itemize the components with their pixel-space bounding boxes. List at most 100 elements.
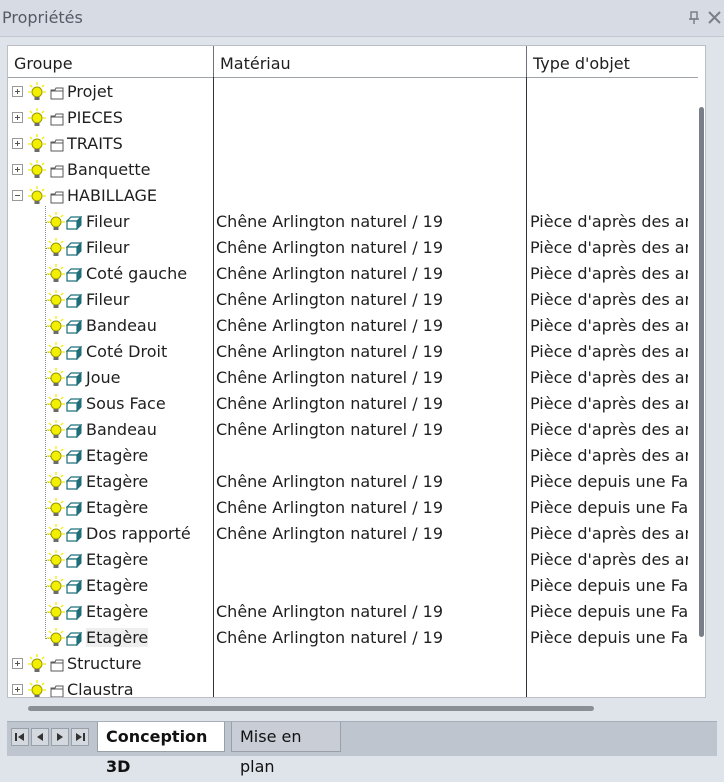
expand-icon[interactable] (12, 138, 23, 149)
tree-part-row[interactable]: Coté Droit Chêne Arlington naturel / 19 Pi… (8, 340, 688, 366)
visibility-bulb-icon[interactable] (47, 524, 65, 544)
visibility-bulb-icon[interactable] (47, 212, 65, 232)
expand-icon[interactable] (12, 658, 23, 669)
visibility-bulb-icon[interactable] (47, 602, 65, 622)
tree-part-row[interactable]: Fileur Chêne Arlington naturel / 19 Pièce … (8, 288, 688, 314)
material-cell: Chêne Arlington naturel / 19 (216, 602, 444, 621)
tree-part-row[interactable]: Sous Face Chêne Arlington naturel / 19 Piè… (8, 392, 688, 418)
visibility-bulb-icon[interactable] (47, 420, 65, 440)
vertical-scroll-thumb[interactable] (699, 107, 704, 637)
first-tab-button[interactable] (11, 728, 29, 746)
column-header-groupe[interactable]: Groupe (8, 46, 214, 77)
tree-rows: Projet PIECES TRAITS Banquette HABILLAGE File… (8, 80, 688, 697)
expand-icon[interactable] (12, 684, 23, 695)
last-icon (76, 733, 85, 741)
tree-group-row[interactable]: Banquette (8, 158, 688, 184)
visibility-bulb-icon[interactable] (47, 446, 65, 466)
visibility-bulb-icon[interactable] (28, 160, 46, 180)
close-icon[interactable] (707, 10, 722, 25)
visibility-bulb-icon[interactable] (47, 316, 65, 336)
tree-group-row[interactable]: PIECES (8, 106, 688, 132)
visibility-bulb-icon[interactable] (47, 628, 65, 648)
tree-part-row[interactable]: Fileur Chêne Arlington naturel / 19 Pièce … (8, 210, 688, 236)
tree-part-row[interactable]: Bandeau Chêne Arlington naturel / 19 Pièce… (8, 314, 688, 340)
column-header-type[interactable]: Type d'objet (527, 46, 698, 77)
folder-icon (50, 657, 64, 672)
tab-conception-3d[interactable]: Conception 3D (97, 722, 225, 776)
part-icon (65, 423, 83, 439)
material-cell: Chêne Arlington naturel / 19 (216, 498, 444, 517)
visibility-bulb-icon[interactable] (28, 82, 46, 102)
expand-icon[interactable] (12, 86, 23, 97)
prev-tab-button[interactable] (31, 728, 49, 746)
vertical-scrollbar[interactable] (698, 77, 705, 697)
folder-icon (50, 111, 64, 126)
part-name: Etagère (86, 472, 149, 491)
object-type-cell: Pièce depuis une Face (530, 472, 688, 491)
tree-part-row[interactable]: Dos rapporté Chêne Arlington naturel / 19… (8, 522, 688, 548)
column-header-materiau[interactable]: Matériau (214, 46, 527, 77)
tree-part-row[interactable]: Bandeau Chêne Arlington naturel / 19 Pièce… (8, 418, 688, 444)
tree-part-row[interactable]: Fileur Chêne Arlington naturel / 19 Pièce … (8, 236, 688, 262)
visibility-bulb-icon[interactable] (28, 186, 46, 206)
tree-group-row[interactable]: HABILLAGE (8, 184, 688, 210)
material-cell: Chêne Arlington naturel / 19 (216, 524, 444, 543)
horizontal-scroll-thumb[interactable] (28, 706, 594, 711)
tree-group-row[interactable]: Claustra (8, 678, 688, 697)
material-cell: Chêne Arlington naturel / 19 (216, 290, 444, 309)
tree-part-row[interactable]: Etagère Pièce depuis une Face (8, 574, 688, 600)
object-type-cell: Pièce d'après des arêtes (530, 524, 688, 543)
material-cell: Chêne Arlington naturel / 19 (216, 264, 444, 283)
visibility-bulb-icon[interactable] (47, 290, 65, 310)
object-type-cell: Pièce d'après des arêtes (530, 342, 688, 361)
visibility-bulb-icon[interactable] (47, 498, 65, 518)
visibility-bulb-icon[interactable] (47, 576, 65, 596)
part-icon (65, 449, 83, 465)
tree-part-row[interactable]: Coté gauche Chêne Arlington naturel / 19 P… (8, 262, 688, 288)
part-icon (65, 371, 83, 387)
tree-part-row[interactable]: Etagère Chêne Arlington naturel / 19 Pièce… (8, 496, 688, 522)
tab-mise-en-plan[interactable]: Mise en plan (231, 722, 341, 776)
expand-icon[interactable] (12, 164, 23, 175)
visibility-bulb-icon[interactable] (28, 680, 46, 697)
material-cell: Chêne Arlington naturel / 19 (216, 472, 444, 491)
part-icon (65, 267, 83, 283)
visibility-bulb-icon[interactable] (28, 108, 46, 128)
tree-part-row[interactable]: Etagère Chêne Arlington naturel / 19 Pièce… (8, 626, 688, 652)
part-icon (65, 579, 83, 595)
part-icon (65, 319, 83, 335)
part-name: Etagère (86, 602, 149, 621)
object-type-cell: Pièce depuis une Face (530, 602, 688, 621)
folder-icon (50, 189, 64, 204)
visibility-bulb-icon[interactable] (47, 472, 65, 492)
tree-part-row[interactable]: Etagère Chêne Arlington naturel / 19 Pièce… (8, 470, 688, 496)
part-name: Etagère (86, 498, 149, 517)
next-tab-button[interactable] (51, 728, 69, 746)
tree-part-row[interactable]: Etagère Pièce d'après des arêtes (8, 444, 688, 470)
part-icon (65, 293, 83, 309)
object-type-cell: Pièce d'après des arêtes (530, 316, 688, 335)
tree-group-row[interactable]: Projet (8, 80, 688, 106)
tree-group-row[interactable]: Structure (8, 652, 688, 678)
visibility-bulb-icon[interactable] (47, 368, 65, 388)
visibility-bulb-icon[interactable] (47, 238, 65, 258)
tree-group-row[interactable]: TRAITS (8, 132, 688, 158)
visibility-bulb-icon[interactable] (47, 342, 65, 362)
visibility-bulb-icon[interactable] (47, 264, 65, 284)
tree-part-row[interactable]: Joue Chêne Arlington naturel / 19 Pièce d'… (8, 366, 688, 392)
part-name: Joue (86, 368, 121, 387)
group-name: PIECES (67, 108, 123, 127)
visibility-bulb-icon[interactable] (47, 394, 65, 414)
collapse-icon[interactable] (12, 190, 23, 201)
pin-icon[interactable] (687, 11, 701, 25)
visibility-bulb-icon[interactable] (47, 550, 65, 570)
part-icon (65, 631, 83, 647)
column-header: Groupe Matériau Type d'objet (8, 46, 698, 78)
expand-icon[interactable] (12, 112, 23, 123)
tree-part-row[interactable]: Etagère Pièce d'après des arêtes (8, 548, 688, 574)
visibility-bulb-icon[interactable] (28, 654, 46, 674)
tree-part-row[interactable]: Etagère Chêne Arlington naturel / 19 Pièce… (8, 600, 688, 626)
visibility-bulb-icon[interactable] (28, 134, 46, 154)
last-tab-button[interactable] (71, 728, 89, 746)
object-type-cell: Pièce depuis une Face (530, 628, 688, 647)
